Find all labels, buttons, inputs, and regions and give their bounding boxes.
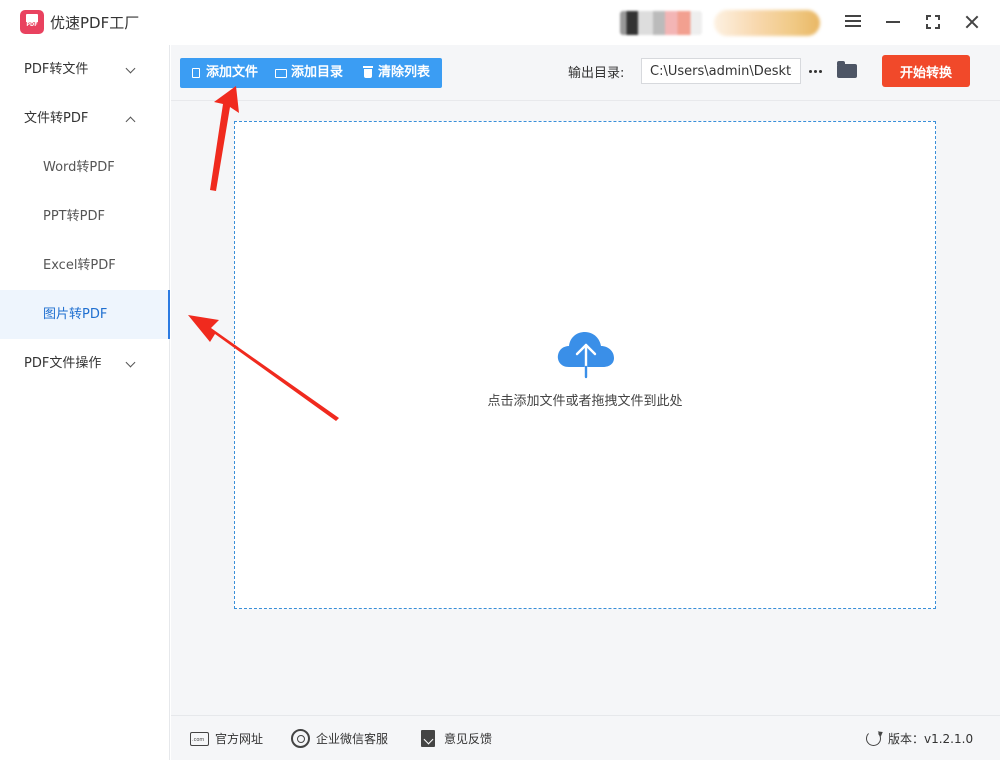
- maximize-button[interactable]: [919, 8, 947, 36]
- official-website-label: 官方网址: [215, 732, 264, 746]
- sidebar-item-label: Excel转PDF: [43, 258, 116, 273]
- minimize-button[interactable]: [879, 8, 907, 36]
- output-directory-input[interactable]: [641, 58, 801, 84]
- feedback-link[interactable]: 意见反馈: [419, 729, 492, 749]
- sidebar-group-pdf-to-file[interactable]: PDF转文件: [0, 45, 169, 94]
- folder-open-icon: [837, 61, 857, 78]
- chevron-up-icon: [125, 116, 136, 127]
- minimize-icon: [886, 21, 900, 23]
- browse-more-button[interactable]: [807, 58, 827, 84]
- maximize-icon: [926, 15, 940, 29]
- file-icon: [192, 68, 200, 78]
- sidebar-group-pdf-operations[interactable]: PDF文件操作: [0, 339, 169, 388]
- wechat-support-label: 企业微信客服: [316, 732, 389, 746]
- sidebar-item-image-to-pdf[interactable]: 图片转PDF: [0, 290, 170, 339]
- version-label: 版本：v1.2.1.0: [888, 732, 974, 746]
- clear-list-button[interactable]: 清除列表: [361, 58, 430, 88]
- wechat-support-link[interactable]: 企业微信客服: [291, 729, 388, 749]
- sidebar-item-label: Word转PDF: [43, 160, 115, 175]
- cloud-upload-icon: [557, 332, 614, 379]
- add-file-label: 添加文件: [206, 65, 259, 80]
- start-convert-button[interactable]: 开始转换: [882, 55, 970, 87]
- feedback-icon: [421, 730, 435, 747]
- refresh-icon: [866, 731, 881, 746]
- sidebar-group-label: PDF文件操作: [24, 356, 102, 371]
- sidebar-item-label: PPT转PDF: [43, 209, 105, 224]
- dropzone-hint: 点击添加文件或者拖拽文件到此处: [487, 394, 683, 409]
- output-directory-label: 输出目录:: [568, 66, 625, 81]
- website-icon: [190, 732, 209, 746]
- vip-badge-blurred[interactable]: [714, 10, 820, 36]
- close-button[interactable]: [958, 8, 986, 36]
- toolbar: 添加文件 添加目录 清除列表 输出目录: 开始转换: [171, 45, 1000, 101]
- sidebar-item-ppt-to-pdf[interactable]: PPT转PDF: [0, 192, 169, 241]
- app-title: 优速PDF工厂: [50, 14, 140, 32]
- feedback-label: 意见反馈: [444, 732, 493, 746]
- folder-icon: [275, 69, 287, 78]
- sidebar-group-file-to-pdf[interactable]: 文件转PDF: [0, 94, 169, 143]
- user-account-blurred[interactable]: [620, 11, 702, 35]
- open-folder-button[interactable]: [836, 59, 858, 81]
- file-button-group: 添加文件 添加目录 清除列表: [180, 58, 442, 88]
- chat-support-icon: [291, 729, 310, 748]
- main-panel: 添加文件 添加目录 清除列表 输出目录: 开始转换 点击添加文件或者拖拽文件到此…: [171, 45, 1000, 715]
- sidebar-group-label: PDF转文件: [24, 62, 89, 77]
- sidebar-item-label: 图片转PDF: [43, 307, 108, 322]
- official-website-link[interactable]: 官方网址: [190, 729, 263, 749]
- add-directory-button[interactable]: 添加目录: [274, 58, 343, 88]
- add-file-button[interactable]: 添加文件: [189, 58, 258, 88]
- sidebar-item-excel-to-pdf[interactable]: Excel转PDF: [0, 241, 169, 290]
- close-icon: [965, 15, 979, 29]
- chevron-down-icon: [125, 63, 136, 74]
- version-info[interactable]: 版本：v1.2.1.0: [866, 729, 973, 749]
- footer: 官方网址 企业微信客服 意见反馈 版本：v1.2.1.0: [171, 715, 1000, 760]
- sidebar-item-word-to-pdf[interactable]: Word转PDF: [0, 143, 169, 192]
- trash-icon: [363, 66, 373, 78]
- clear-list-label: 清除列表: [378, 65, 431, 80]
- file-dropzone[interactable]: 点击添加文件或者拖拽文件到此处: [234, 121, 936, 609]
- menu-icon: [845, 15, 861, 17]
- sidebar-group-label: 文件转PDF: [24, 111, 89, 126]
- menu-button[interactable]: [839, 8, 867, 36]
- pdf-logo-icon: [20, 10, 44, 34]
- add-directory-label: 添加目录: [291, 65, 344, 80]
- chevron-down-icon: [125, 357, 136, 368]
- title-bar: 优速PDF工厂: [0, 0, 1000, 45]
- more-dots-icon: [809, 70, 812, 73]
- sidebar: PDF转文件 文件转PDF Word转PDF PPT转PDF Excel转PDF…: [0, 45, 170, 760]
